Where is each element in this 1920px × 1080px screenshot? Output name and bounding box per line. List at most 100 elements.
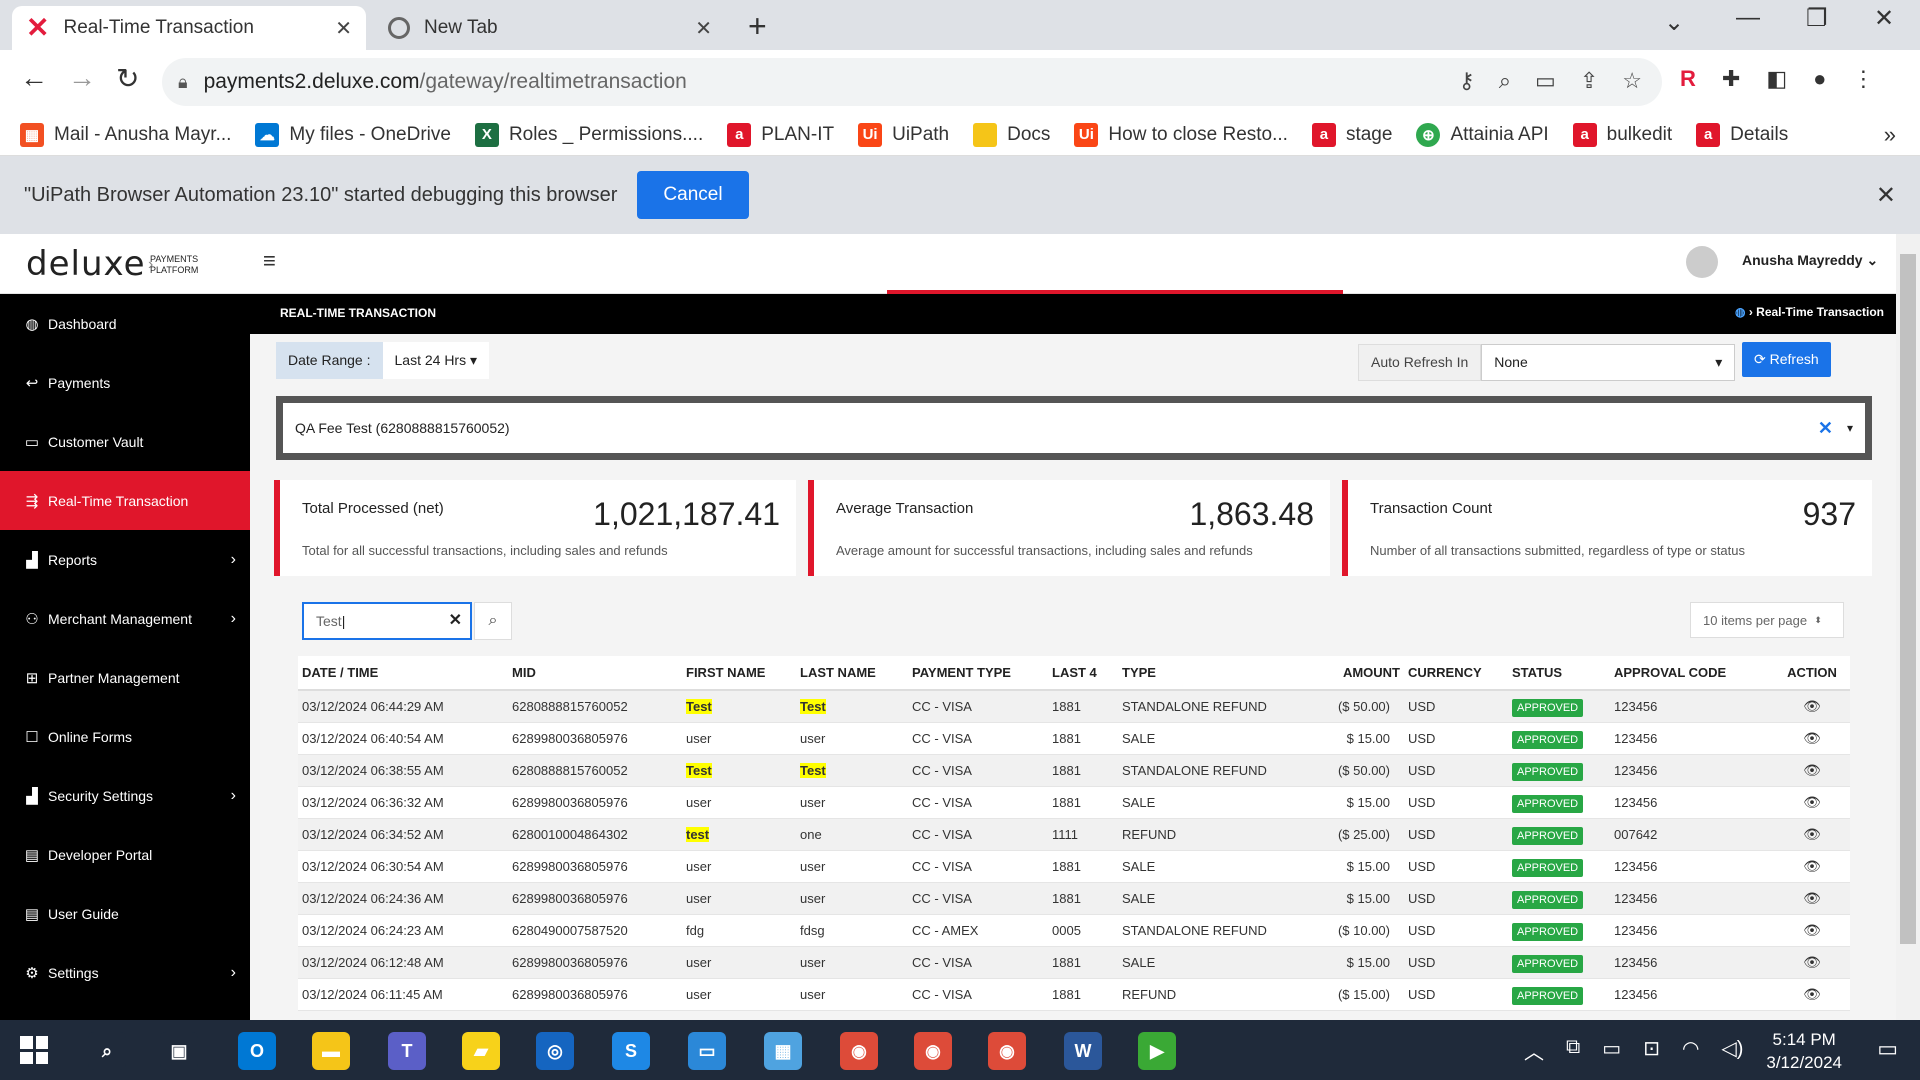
tab-real-time-transaction[interactable]: ✕ Real-Time Transaction ✕ [12,6,366,50]
view-eye-icon[interactable]: 👁︎ [1803,794,1821,810]
scrollbar-thumb[interactable] [1900,254,1916,944]
lock-icon[interactable]: 🔒︎ [178,72,188,93]
tab-new-tab[interactable]: New Tab ✕ [374,6,726,50]
table-row[interactable]: 03/12/2024 06:24:36 AM 6289980036805976 us… [298,882,1850,915]
wifi-icon[interactable]: ◠ [1682,1036,1699,1065]
sidebar-item-payments[interactable]: ↩ Payments [0,353,250,412]
clear-icon[interactable]: ✕ [1818,418,1833,439]
sidebar-item-user-guide[interactable]: ▤ User Guide [0,884,250,943]
sticky-notes-icon[interactable]: ▰ [462,1032,500,1070]
bookmark-item[interactable]: a PLAN-IT [727,122,834,147]
bookmark-item[interactable]: Ui How to close Resto... [1074,122,1288,147]
dashboard-icon[interactable]: ◍ [1735,305,1745,319]
sidebar-item-real-time-transaction[interactable]: ⇶ Real-Time Transaction [0,471,250,530]
table-row[interactable]: 03/12/2024 06:24:23 AM 6280490007587520 fd… [298,914,1850,947]
column-header[interactable]: MID [508,656,682,691]
column-header[interactable]: CURRENCY [1404,656,1508,691]
back-icon[interactable]: ← [20,62,48,94]
restore-icon[interactable]: ❐ [1806,4,1828,33]
network-drive-icon[interactable]: ⧉ [1566,1036,1580,1065]
close-tab-icon[interactable]: ✕ [695,16,712,41]
bookmark-item[interactable]: ⊕ Attainia API [1416,122,1549,147]
search-icon[interactable]: ⌕ [88,1032,126,1070]
word-icon[interactable]: W [1064,1032,1102,1070]
search-button[interactable]: ⌕ [474,602,512,640]
tab-search-icon[interactable]: ⌄ [1664,8,1684,37]
table-row[interactable]: 03/12/2024 06:30:54 AM 6289980036805976 us… [298,850,1850,883]
minimize-icon[interactable]: — [1736,4,1760,32]
menu-icon[interactable]: ⋮ [1852,66,1874,92]
sidebar-item-customer-vault[interactable]: ▭ Customer Vault [0,412,250,471]
file-explorer-icon[interactable]: ▬ [312,1032,350,1070]
table-row[interactable]: 03/12/2024 06:40:54 AM 6289980036805976 us… [298,722,1850,755]
cancel-debug-button[interactable]: Cancel [637,171,749,219]
bookmark-item[interactable]: a stage [1311,122,1392,147]
refresh-button[interactable]: ⟳ Refresh [1742,342,1831,377]
share-icon[interactable]: ⇪ [1580,68,1598,94]
app-s-icon[interactable]: S [612,1032,650,1070]
view-eye-icon[interactable]: 👁︎ [1803,986,1821,1002]
date-range-dropdown[interactable]: Last 24 Hrs ▾ [382,342,490,379]
monitor-icon[interactable]: ▭ [688,1032,726,1070]
chrome-icon[interactable]: ◉ [840,1032,878,1070]
column-header[interactable]: PAYMENT TYPE [908,656,1048,691]
close-banner-icon[interactable]: ✕ [1876,181,1896,210]
key-icon[interactable]: ⚷ [1459,68,1475,94]
search-input[interactable]: Test | ✕ [302,602,472,640]
sidebar-item-dashboard[interactable]: ◍ Dashboard [0,294,250,353]
volume-icon[interactable]: ◁) [1721,1036,1743,1065]
view-eye-icon[interactable]: 👁︎ [1803,698,1821,714]
hamburger-menu-icon[interactable]: ≡ [263,248,276,274]
view-eye-icon[interactable]: 👁︎ [1803,730,1821,746]
sidebar-item-settings[interactable]: ⚙ Settings › [0,943,250,1002]
outlook-icon[interactable]: O [238,1032,276,1070]
bookmarks-more-icon[interactable]: » [1884,122,1896,148]
clock[interactable]: 5:14 PM 3/12/2024 [1766,1028,1842,1074]
column-header[interactable]: DATE / TIME [298,656,508,691]
sidebar-item-developer-portal[interactable]: ▤ Developer Portal [0,825,250,884]
table-row[interactable]: 03/12/2024 06:12:48 AM 6289980036805976 us… [298,946,1850,979]
address-bar[interactable]: 🔒︎ payments2.deluxe.com/gateway/realtime… [162,58,1662,106]
column-header[interactable]: LAST 4 [1048,656,1118,691]
sidebar-item-security-settings[interactable]: ▟ Security Settings › [0,766,250,825]
meet-icon[interactable]: ⊡ [1643,1036,1660,1065]
teams-icon[interactable]: T [388,1032,426,1070]
sidebar-item-partner-management[interactable]: ⊞ Partner Management [0,648,250,707]
sidebar-item-reports[interactable]: ▟ Reports › [0,530,250,589]
column-header[interactable]: ACTION [1774,656,1850,691]
bookmark-item[interactable]: a Details [1696,122,1788,147]
sidebar-item-merchant-management[interactable]: ⚇ Merchant Management › [0,589,250,648]
bookmark-item[interactable]: Docs [973,122,1050,147]
chevron-up-icon[interactable]: ︿ [1524,1036,1544,1065]
view-eye-icon[interactable]: 👁︎ [1803,858,1821,874]
control-panel-icon[interactable]: ▦ [764,1032,802,1070]
column-header[interactable]: APPROVAL CODE [1610,656,1774,691]
extension-icon[interactable]: R [1680,66,1696,92]
task-view-icon[interactable]: ▣ [160,1032,198,1070]
table-row[interactable]: 03/12/2024 06:11:45 AM 6289980036805976 us… [298,978,1850,1011]
bookmark-item[interactable]: X Roles _ Permissions.... [474,122,703,147]
auto-refresh-select[interactable]: None ▾ [1481,344,1736,381]
reload-icon[interactable]: ↻ [116,62,139,95]
media-player-icon[interactable]: ▶ [1138,1032,1176,1070]
table-row[interactable]: 03/12/2024 06:36:32 AM 6289980036805976 us… [298,786,1850,819]
side-panel-icon[interactable]: ◧ [1766,66,1787,92]
chrome-icon[interactable]: ◉ [988,1032,1026,1070]
bookmark-item[interactable]: a bulkedit [1572,122,1672,147]
view-eye-icon[interactable]: 👁︎ [1803,890,1821,906]
view-eye-icon[interactable]: 👁︎ [1803,762,1821,778]
puzzle-icon[interactable]: ✚ [1722,66,1740,92]
page-scrollbar[interactable] [1896,234,1920,1020]
sidebar-item-online-forms[interactable]: ☐ Online Forms [0,707,250,766]
bookmark-item[interactable]: Ui UiPath [858,122,949,147]
close-window-icon[interactable]: ✕ [1874,4,1894,33]
star-icon[interactable]: ☆ [1622,68,1642,94]
close-tab-icon[interactable]: ✕ [335,16,352,41]
table-row[interactable]: 03/12/2024 06:34:52 AM 6280010004864302 te… [298,818,1850,851]
deluxe-logo[interactable]: deluxe [26,244,146,284]
column-header[interactable]: LAST NAME [796,656,908,691]
app-swirl-icon[interactable]: ◎ [536,1032,574,1070]
bookmark-item[interactable]: ▦ Mail - Anusha Mayr... [20,122,231,147]
chrome-icon[interactable]: ◉ [914,1032,952,1070]
new-tab-button[interactable]: + [748,8,767,45]
